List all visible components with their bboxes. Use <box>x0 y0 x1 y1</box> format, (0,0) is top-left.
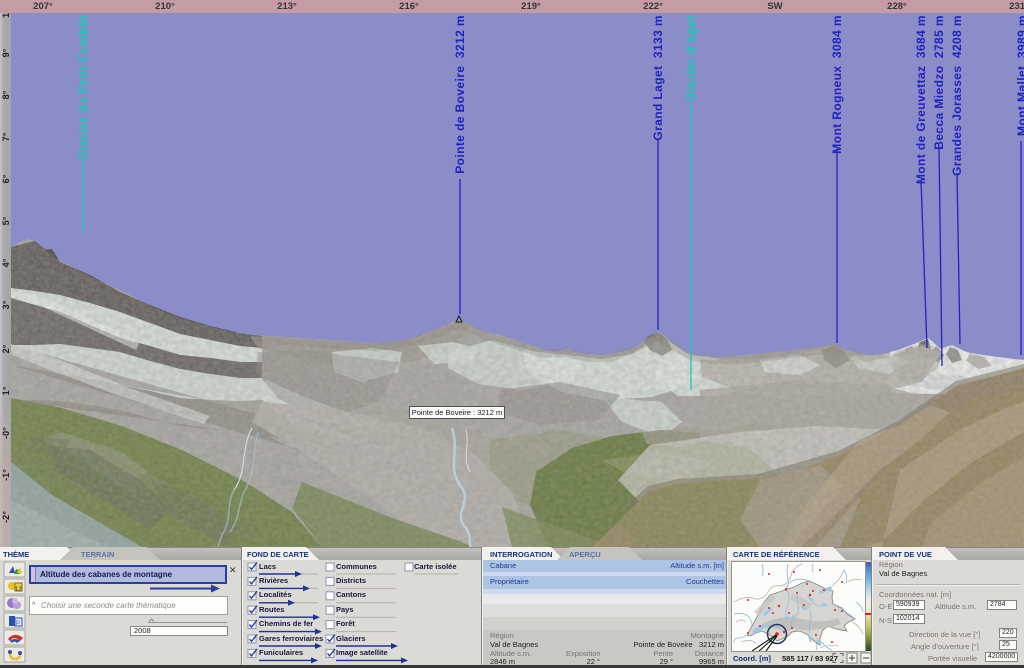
svg-text:Glacier d'Aget: Glacier d'Aget <box>684 15 698 101</box>
svg-text:Grandes Jorasses 4208 m: Grandes Jorasses 4208 m <box>950 15 964 176</box>
svg-text:Becca Miedzo 2785 m: Becca Miedzo 2785 m <box>932 15 946 150</box>
svg-text:Pointe de Boveire 3212 m: Pointe de Boveire 3212 m <box>453 15 467 174</box>
svg-text:Mont Rogneux 3084 m: Mont Rogneux 3084 m <box>830 15 844 154</box>
svg-text:Mont de Greuvettaz 3684 m: Mont de Greuvettaz 3684 m <box>914 15 928 184</box>
svg-text:Grand Laget 3133 m: Grand Laget 3133 m <box>651 15 665 141</box>
svg-text:Glacier du Petit Combin: Glacier du Petit Combin <box>76 15 90 160</box>
svg-text:12: 12 <box>15 587 22 593</box>
svg-text:P: P <box>16 621 20 627</box>
svg-text:Mont Mallet 3989 m: Mont Mallet 3989 m <box>1015 15 1024 136</box>
